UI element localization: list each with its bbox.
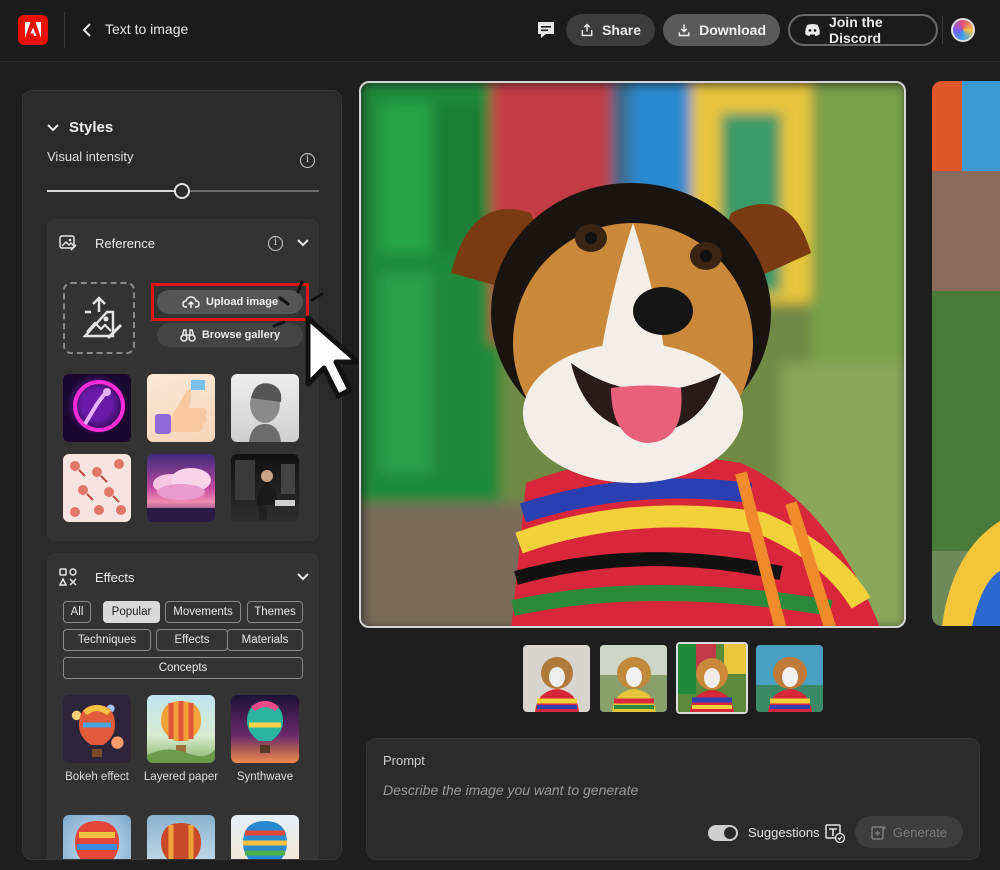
filter-chip-techniques[interactable]: Techniques bbox=[63, 629, 151, 651]
page-title: Text to image bbox=[105, 21, 189, 37]
filter-chip-effects[interactable]: Effects bbox=[156, 629, 228, 651]
styles-section-toggle[interactable]: Styles bbox=[47, 119, 113, 136]
reference-style-thumbnail[interactable] bbox=[147, 374, 215, 442]
generate-icon bbox=[871, 825, 887, 840]
user-avatar[interactable] bbox=[951, 18, 975, 42]
info-icon[interactable]: i bbox=[268, 235, 283, 251]
filter-chip-themes[interactable]: Themes bbox=[247, 601, 303, 623]
reference-label: Reference bbox=[95, 235, 155, 251]
text-suggestions-icon[interactable] bbox=[825, 823, 846, 844]
effect-label: Synthwave bbox=[236, 771, 294, 783]
info-icon[interactable]: i bbox=[300, 153, 315, 168]
reference-style-thumbnail[interactable] bbox=[63, 454, 131, 522]
effect-thumbnail[interactable] bbox=[231, 815, 299, 859]
top-bar: Text to image Share Download Join the Di… bbox=[0, 0, 1000, 62]
adobe-logo[interactable] bbox=[18, 15, 48, 45]
effect-thumbnail[interactable] bbox=[147, 815, 215, 859]
reference-header[interactable]: Reference i bbox=[57, 231, 309, 255]
image-upload-icon bbox=[82, 296, 123, 340]
generate-button[interactable]: Generate bbox=[855, 816, 963, 848]
filter-chip-all[interactable]: All bbox=[63, 601, 91, 623]
slider-thumb[interactable] bbox=[174, 183, 190, 199]
filter-chip-concepts[interactable]: Concepts bbox=[63, 657, 303, 679]
effects-icon bbox=[57, 566, 79, 588]
reference-icon bbox=[57, 232, 79, 254]
filter-chip-materials[interactable]: Materials bbox=[227, 629, 303, 651]
styles-panel: Styles Visual intensity i Reference i Up… bbox=[22, 90, 342, 860]
binoculars-icon bbox=[180, 329, 196, 342]
chevron-down-icon bbox=[47, 123, 59, 131]
suggestions-label: Suggestions bbox=[748, 825, 820, 840]
slider-track-filled bbox=[47, 190, 175, 192]
chevron-down-icon[interactable] bbox=[297, 239, 309, 247]
visual-intensity-slider[interactable] bbox=[47, 183, 319, 199]
effect-thumbnail-bokeh[interactable] bbox=[63, 695, 131, 763]
generated-image-thumbnail-selected[interactable] bbox=[676, 642, 748, 714]
join-discord-button[interactable]: Join the Discord bbox=[788, 14, 938, 46]
filter-chip-popular[interactable]: Popular bbox=[103, 601, 160, 623]
adobe-logo-icon bbox=[25, 22, 41, 38]
reference-style-thumbnail[interactable] bbox=[231, 454, 299, 522]
suggestions-toggle[interactable] bbox=[708, 825, 738, 841]
divider bbox=[942, 16, 943, 44]
download-button[interactable]: Download bbox=[663, 14, 780, 46]
reference-style-thumbnail[interactable] bbox=[147, 454, 215, 522]
back-icon[interactable] bbox=[78, 20, 96, 40]
next-image-preview[interactable] bbox=[932, 81, 1000, 626]
filter-chip-movements[interactable]: Movements bbox=[165, 601, 241, 623]
effect-label: Bokeh effect bbox=[65, 771, 129, 783]
divider bbox=[64, 12, 65, 48]
share-button[interactable]: Share bbox=[566, 14, 655, 46]
share-icon bbox=[581, 23, 593, 37]
reference-style-thumbnail[interactable] bbox=[63, 374, 131, 442]
chevron-down-icon[interactable] bbox=[297, 573, 309, 581]
feedback-icon[interactable] bbox=[535, 19, 557, 41]
prompt-input[interactable] bbox=[383, 779, 943, 801]
effects-header[interactable]: Effects bbox=[57, 565, 309, 589]
prompt-box: Prompt Suggestions Generate bbox=[366, 738, 980, 860]
generated-image-main[interactable] bbox=[359, 81, 906, 628]
prompt-label: Prompt bbox=[383, 753, 425, 768]
slider-track bbox=[189, 190, 319, 192]
effects-card: Effects All Popular Movements Themes Tec… bbox=[47, 553, 319, 859]
effect-label: Layered paper bbox=[143, 771, 219, 783]
download-label: Download bbox=[699, 22, 766, 38]
effect-thumbnail[interactable] bbox=[63, 815, 131, 859]
share-label: Share bbox=[602, 22, 641, 38]
download-icon bbox=[678, 24, 690, 37]
effect-thumbnail-synthwave[interactable] bbox=[231, 695, 299, 763]
generate-label: Generate bbox=[892, 824, 948, 840]
generated-image-thumbnail[interactable] bbox=[600, 645, 667, 712]
effect-thumbnail-layered-paper[interactable] bbox=[147, 695, 215, 763]
reference-drop-zone[interactable] bbox=[63, 282, 135, 354]
discord-icon bbox=[805, 24, 820, 36]
generated-image-thumbnail[interactable] bbox=[756, 645, 823, 712]
effects-label: Effects bbox=[95, 569, 135, 585]
styles-label: Styles bbox=[69, 119, 114, 136]
discord-label: Join the Discord bbox=[828, 14, 883, 46]
generated-image-thumbnail[interactable] bbox=[523, 645, 590, 712]
visual-intensity-label: Visual intensity bbox=[47, 149, 134, 164]
